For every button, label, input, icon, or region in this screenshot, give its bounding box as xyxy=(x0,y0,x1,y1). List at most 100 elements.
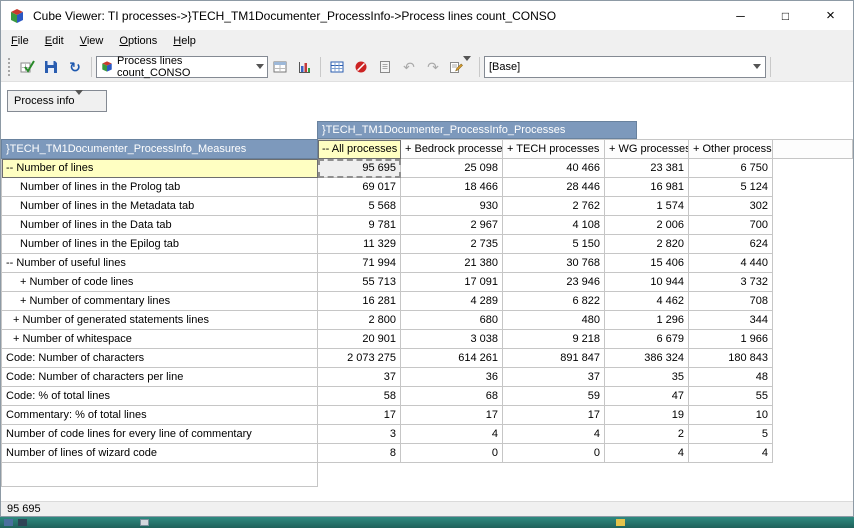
snapshot-button[interactable] xyxy=(373,56,397,78)
data-cell[interactable]: 6 679 xyxy=(605,330,689,349)
column-header[interactable]: -- All processes xyxy=(318,140,401,159)
data-cell[interactable]: 35 xyxy=(605,368,689,387)
taskbar-icon[interactable] xyxy=(140,519,149,526)
data-cell[interactable]: 2 967 xyxy=(401,216,503,235)
minimize-button[interactable]: ─ xyxy=(718,1,763,30)
data-cell[interactable]: 25 098 xyxy=(401,159,503,178)
data-cell[interactable]: 4 462 xyxy=(605,292,689,311)
data-cell[interactable]: 3 038 xyxy=(401,330,503,349)
chart-view-button[interactable] xyxy=(292,56,316,78)
data-cell[interactable]: 37 xyxy=(318,368,401,387)
data-cell[interactable]: 0 xyxy=(503,444,605,463)
column-header[interactable]: + TECH processes xyxy=(503,140,605,159)
column-header[interactable]: + WG processes xyxy=(605,140,689,159)
data-cell[interactable]: 344 xyxy=(689,311,773,330)
data-cell[interactable]: 4 xyxy=(401,425,503,444)
data-cell[interactable]: 55 713 xyxy=(318,273,401,292)
recalculate-button[interactable]: ↻ xyxy=(63,56,87,78)
data-cell[interactable]: 930 xyxy=(401,197,503,216)
data-cell[interactable]: 5 124 xyxy=(689,178,773,197)
data-cell[interactable]: 36 xyxy=(401,368,503,387)
column-dimension-header[interactable]: }TECH_TM1Documenter_ProcessInfo_Processe… xyxy=(317,121,637,139)
data-cell[interactable]: 19 xyxy=(605,406,689,425)
data-cell[interactable]: 3 xyxy=(318,425,401,444)
close-button[interactable]: × xyxy=(808,1,853,30)
data-cell[interactable]: 69 017 xyxy=(318,178,401,197)
row-header[interactable]: Number of lines in the Data tab xyxy=(2,216,318,235)
data-cell[interactable]: 2 735 xyxy=(401,235,503,254)
row-header[interactable]: + Number of code lines xyxy=(2,273,318,292)
toolbar-drag-handle[interactable] xyxy=(8,58,10,76)
data-cell[interactable]: 71 994 xyxy=(318,254,401,273)
data-cell[interactable]: 6 750 xyxy=(689,159,773,178)
row-header[interactable]: + Number of commentary lines xyxy=(2,292,318,311)
data-cell[interactable]: 480 xyxy=(503,311,605,330)
slice-button[interactable] xyxy=(325,56,349,78)
column-header[interactable]: + Bedrock processes xyxy=(401,140,503,159)
data-cell[interactable]: 2 762 xyxy=(503,197,605,216)
data-cell[interactable]: 0 xyxy=(401,444,503,463)
data-cell[interactable]: 1 574 xyxy=(605,197,689,216)
row-header[interactable]: -- Number of useful lines xyxy=(2,254,318,273)
data-cell[interactable]: 9 218 xyxy=(503,330,605,349)
menu-help[interactable]: Help xyxy=(165,32,204,50)
row-header[interactable]: Code: % of total lines xyxy=(2,387,318,406)
data-cell[interactable]: 680 xyxy=(401,311,503,330)
data-cell[interactable]: 6 822 xyxy=(503,292,605,311)
data-cell[interactable]: 5 568 xyxy=(318,197,401,216)
data-cell[interactable]: 17 091 xyxy=(401,273,503,292)
data-cell[interactable]: 15 406 xyxy=(605,254,689,273)
data-cell[interactable]: 4 289 xyxy=(401,292,503,311)
data-cell[interactable]: 2 073 275 xyxy=(318,349,401,368)
data-cell[interactable]: 9 781 xyxy=(318,216,401,235)
row-header[interactable]: Number of lines in the Epilog tab xyxy=(2,235,318,254)
data-cell[interactable]: 3 732 xyxy=(689,273,773,292)
data-cell[interactable]: 18 466 xyxy=(401,178,503,197)
data-cell[interactable]: 5 150 xyxy=(503,235,605,254)
data-cell[interactable]: 2 006 xyxy=(605,216,689,235)
data-cell[interactable]: 708 xyxy=(689,292,773,311)
data-cell[interactable]: 4 xyxy=(503,425,605,444)
data-cell[interactable]: 17 xyxy=(318,406,401,425)
menu-file[interactable]: File xyxy=(3,32,37,50)
data-cell[interactable]: 23 381 xyxy=(605,159,689,178)
taskbar-icon[interactable] xyxy=(616,519,625,526)
menu-options[interactable]: Options xyxy=(111,32,165,50)
row-header[interactable]: Code: Number of characters per line xyxy=(2,368,318,387)
data-cell[interactable]: 891 847 xyxy=(503,349,605,368)
data-cell[interactable]: 95 695 xyxy=(318,159,401,178)
data-cell[interactable]: 58 xyxy=(318,387,401,406)
data-cell[interactable]: 2 820 xyxy=(605,235,689,254)
save-button[interactable] xyxy=(39,56,63,78)
data-cell[interactable]: 5 xyxy=(689,425,773,444)
auto-recalc-button[interactable] xyxy=(15,56,39,78)
export-button[interactable] xyxy=(445,56,475,78)
data-cell[interactable]: 16 281 xyxy=(318,292,401,311)
data-cell[interactable]: 17 xyxy=(401,406,503,425)
menu-view[interactable]: View xyxy=(72,32,112,50)
data-cell[interactable]: 16 981 xyxy=(605,178,689,197)
data-cell[interactable]: 2 xyxy=(605,425,689,444)
data-cell[interactable]: 624 xyxy=(689,235,773,254)
data-cell[interactable]: 59 xyxy=(503,387,605,406)
undo-button[interactable]: ↶ xyxy=(397,56,421,78)
data-cell[interactable]: 1 296 xyxy=(605,311,689,330)
data-cell[interactable]: 1 966 xyxy=(689,330,773,349)
data-cell[interactable]: 68 xyxy=(401,387,503,406)
row-header[interactable]: Code: Number of characters xyxy=(2,349,318,368)
data-cell[interactable]: 20 901 xyxy=(318,330,401,349)
data-cell[interactable]: 8 xyxy=(318,444,401,463)
data-cell[interactable]: 4 xyxy=(689,444,773,463)
row-dimension-header[interactable]: }TECH_TM1Documenter_ProcessInfo_Measures xyxy=(2,140,318,159)
data-cell[interactable]: 48 xyxy=(689,368,773,387)
suppress-zeroes-button[interactable] xyxy=(349,56,373,78)
data-cell[interactable]: 386 324 xyxy=(605,349,689,368)
taskbar-icon[interactable] xyxy=(18,519,27,526)
view-selector[interactable]: Process lines count_CONSO xyxy=(96,56,268,78)
data-cell[interactable]: 37 xyxy=(503,368,605,387)
data-cell[interactable]: 302 xyxy=(689,197,773,216)
data-cell[interactable]: 2 800 xyxy=(318,311,401,330)
data-cell[interactable]: 17 xyxy=(503,406,605,425)
row-header[interactable]: Commentary: % of total lines xyxy=(2,406,318,425)
data-cell[interactable]: 10 944 xyxy=(605,273,689,292)
